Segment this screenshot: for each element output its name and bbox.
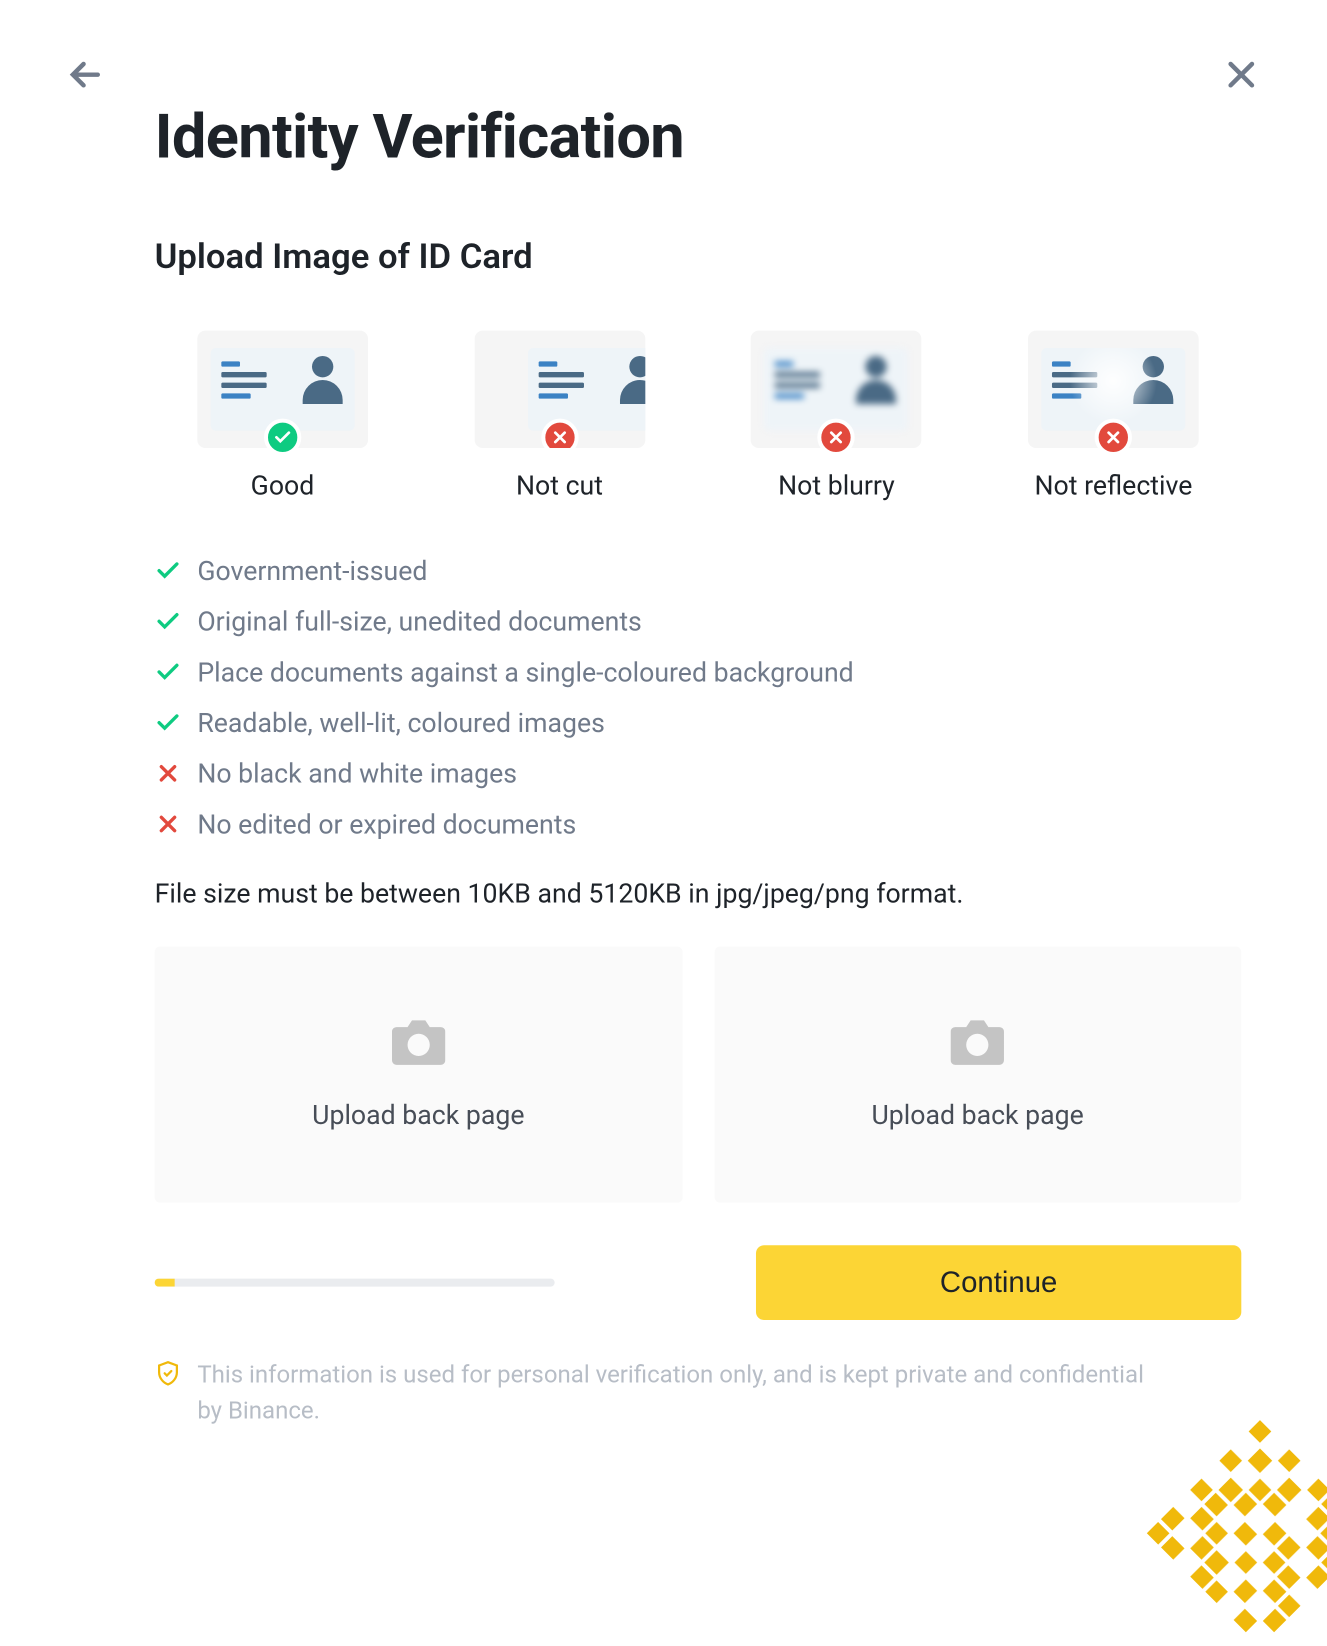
check-icon — [155, 557, 182, 584]
rule-item: No black and white images — [155, 757, 1242, 789]
rule-text: No black and white images — [197, 757, 517, 789]
cross-icon — [155, 760, 182, 787]
section-subtitle: Upload Image of ID Card — [155, 237, 1242, 277]
privacy-note: This information is used for personal ve… — [155, 1357, 1242, 1429]
check-icon — [155, 608, 182, 635]
example-not-blurry-image — [751, 331, 922, 448]
check-icon — [155, 659, 182, 686]
rule-text: No edited or expired documents — [197, 808, 576, 840]
rule-item: Original full-size, unedited documents — [155, 605, 1242, 637]
example-not-blurry: Not blurry — [709, 331, 965, 502]
example-not-cut: Not cut — [432, 331, 688, 502]
shield-check-icon — [155, 1360, 182, 1387]
rules-list: Government-issued Original full-size, un… — [155, 555, 1242, 840]
rule-text: Readable, well-lit, coloured images — [197, 707, 605, 739]
cross-icon — [155, 811, 182, 838]
example-not-reflective: Not reflective — [986, 331, 1242, 502]
progress-fill — [155, 1279, 175, 1287]
rule-item: Place documents against a single-coloure… — [155, 656, 1242, 688]
file-size-note: File size must be between 10KB and 5120K… — [155, 877, 1242, 909]
example-not-blurry-label: Not blurry — [709, 469, 965, 501]
example-not-reflective-label: Not reflective — [986, 469, 1242, 501]
qr-decoration — [1147, 1420, 1327, 1646]
examples-row: Good — [155, 331, 1242, 502]
rule-item: Government-issued — [155, 555, 1242, 587]
example-good-label: Good — [155, 469, 411, 501]
verification-modal: Identity Verification Upload Image of ID… — [0, 0, 1327, 1600]
rule-item: Readable, well-lit, coloured images — [155, 707, 1242, 739]
cross-badge-icon — [818, 419, 855, 456]
upload-box-right[interactable]: Upload back page — [714, 947, 1241, 1203]
camera-icon — [951, 1019, 1004, 1067]
rule-text: Government-issued — [197, 555, 427, 587]
close-button[interactable] — [1220, 53, 1263, 96]
rule-text: Place documents against a single-coloure… — [197, 656, 853, 688]
check-badge-icon — [264, 419, 301, 456]
footer-row: Continue — [155, 1245, 1242, 1320]
progress-bar — [155, 1279, 555, 1287]
upload-row: Upload back page Upload back page — [155, 947, 1242, 1203]
example-not-reflective-image — [1028, 331, 1199, 448]
back-button[interactable] — [64, 53, 107, 96]
close-icon — [1220, 53, 1263, 96]
rule-text: Original full-size, unedited documents — [197, 605, 641, 637]
example-good-image — [197, 331, 368, 448]
example-not-cut-label: Not cut — [432, 469, 688, 501]
example-good: Good — [155, 331, 411, 502]
cross-badge-icon — [1095, 419, 1132, 456]
privacy-text: This information is used for personal ve… — [197, 1357, 1161, 1429]
upload-left-label: Upload back page — [312, 1099, 524, 1131]
page-title: Identity Verification — [155, 101, 1242, 173]
arrow-left-icon — [64, 53, 107, 96]
cross-badge-icon — [541, 419, 578, 448]
continue-button[interactable]: Continue — [756, 1245, 1241, 1320]
check-icon — [155, 709, 182, 736]
upload-right-label: Upload back page — [871, 1099, 1083, 1131]
camera-icon — [392, 1019, 445, 1067]
upload-box-left[interactable]: Upload back page — [155, 947, 682, 1203]
rule-item: No edited or expired documents — [155, 808, 1242, 840]
example-not-cut-image — [474, 331, 645, 448]
